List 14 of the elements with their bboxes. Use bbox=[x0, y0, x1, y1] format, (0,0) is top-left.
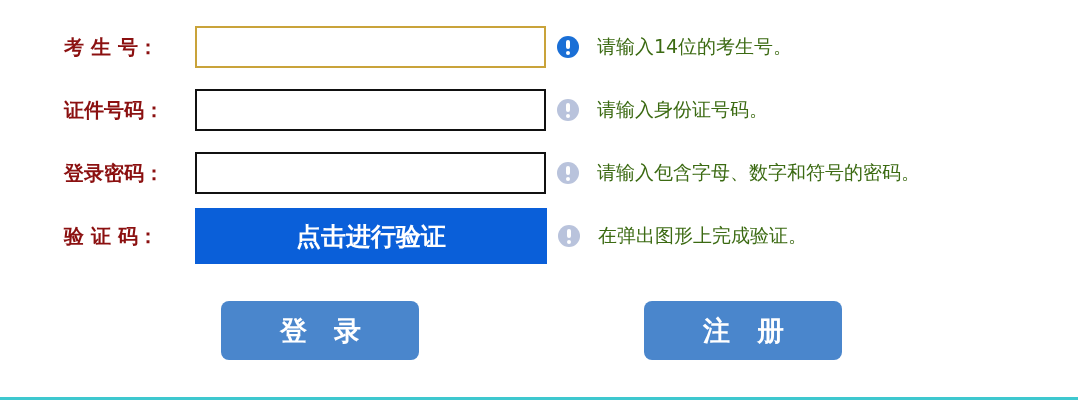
field-label: 考 生 号： bbox=[64, 33, 159, 61]
field-label: 证件号码： bbox=[64, 96, 165, 124]
input-field[interactable] bbox=[195, 89, 546, 131]
input-field[interactable] bbox=[195, 152, 546, 194]
field-label: 验 证 码： bbox=[64, 222, 159, 250]
hint-text: 在弹出图形上完成验证。 bbox=[598, 223, 807, 248]
login-button[interactable]: 登 录 bbox=[221, 301, 419, 360]
field-label: 登录密码： bbox=[64, 159, 165, 187]
register-button[interactable]: 注 册 bbox=[644, 301, 842, 360]
hint-text: 请输入包含字母、数字和符号的密码。 bbox=[597, 160, 920, 185]
input-field[interactable] bbox=[195, 26, 546, 68]
hint-text: 请输入身份证号码。 bbox=[597, 97, 768, 122]
verify-button[interactable]: 点击进行验证 bbox=[195, 208, 547, 264]
hint-text: 请输入14位的考生号。 bbox=[597, 34, 793, 59]
